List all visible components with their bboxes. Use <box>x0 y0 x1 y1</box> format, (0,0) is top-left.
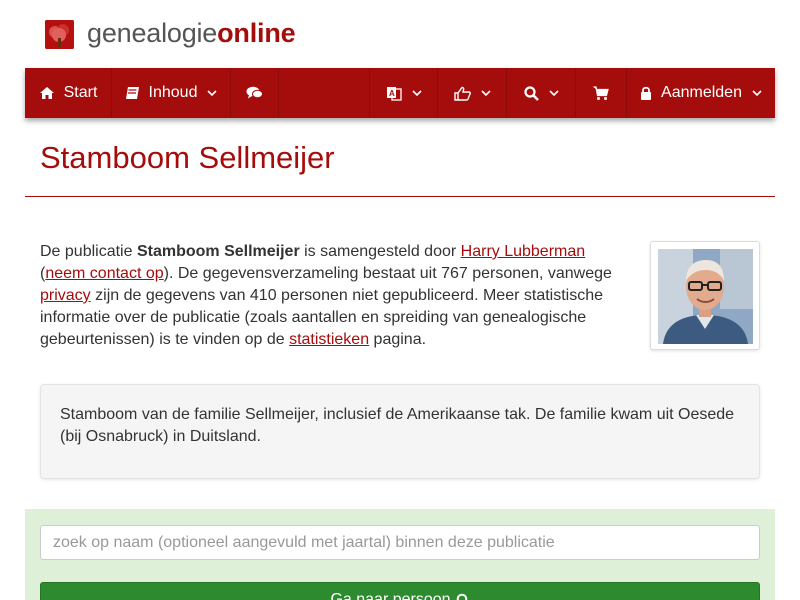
contact-link[interactable]: neem contact op <box>45 265 163 282</box>
nav-language[interactable]: A <box>369 68 438 118</box>
svg-text:A: A <box>389 89 395 98</box>
chevron-down-icon <box>207 89 218 97</box>
search-icon <box>523 85 539 101</box>
author-link[interactable]: Harry Lubberman <box>461 243 586 260</box>
search-icon <box>451 591 470 600</box>
nav-forum[interactable] <box>231 68 279 118</box>
intro-text: De publicatie <box>40 243 137 260</box>
nav-inhoud-label: Inhoud <box>148 84 198 101</box>
nav-shop[interactable] <box>576 68 627 118</box>
person-search-section: Ga naar persoon <box>25 509 775 600</box>
privacy-link[interactable]: privacy <box>40 287 91 304</box>
nav-search[interactable] <box>507 68 576 118</box>
translate-icon: A <box>386 85 402 101</box>
author-avatar[interactable] <box>658 249 753 344</box>
intro-text: ). De gegevensverzameling bestaat uit 76… <box>163 265 612 282</box>
thumbs-up-icon <box>453 86 471 101</box>
go-to-person-label: Ga naar persoon <box>330 591 451 600</box>
nav-login-label: Aanmelden <box>661 84 742 101</box>
author-photo-frame <box>650 241 760 350</box>
page-title: Stamboom Sellmeijer <box>40 140 335 175</box>
publication-description: Stamboom van de familie Sellmeijer, incl… <box>40 384 760 479</box>
person-search-input[interactable] <box>40 525 760 560</box>
chevron-down-icon <box>548 89 559 97</box>
comments-icon <box>246 86 263 100</box>
brand-header: genealogieonline <box>0 0 800 68</box>
intro-text: is samengesteld door <box>299 243 461 260</box>
book-icon <box>125 86 140 100</box>
title-divider <box>25 196 775 197</box>
nav-start[interactable]: Start <box>25 68 112 118</box>
chevron-down-icon <box>480 89 491 97</box>
tree-logo-icon[interactable] <box>45 20 74 49</box>
statistics-link[interactable]: statistieken <box>289 331 369 348</box>
nav-inhoud[interactable]: Inhoud <box>112 68 231 118</box>
publication-intro: De publicatie Stamboom Sellmeijer is sam… <box>40 241 630 351</box>
cart-icon <box>593 85 609 101</box>
lock-icon <box>640 86 652 100</box>
nav-start-label: Start <box>63 84 98 101</box>
site-logo[interactable]: genealogieonline <box>87 16 296 50</box>
nav-login[interactable]: Aanmelden <box>627 68 775 118</box>
home-icon <box>39 86 55 100</box>
nav-recommend[interactable] <box>438 68 507 118</box>
main-navbar: Start Inhoud A Aanmelden <box>25 68 775 118</box>
chevron-down-icon <box>752 89 762 97</box>
chevron-down-icon <box>411 89 422 97</box>
intro-text: pagina. <box>369 331 427 348</box>
go-to-person-button[interactable]: Ga naar persoon <box>40 582 760 600</box>
publication-name: Stamboom Sellmeijer <box>136 243 300 260</box>
